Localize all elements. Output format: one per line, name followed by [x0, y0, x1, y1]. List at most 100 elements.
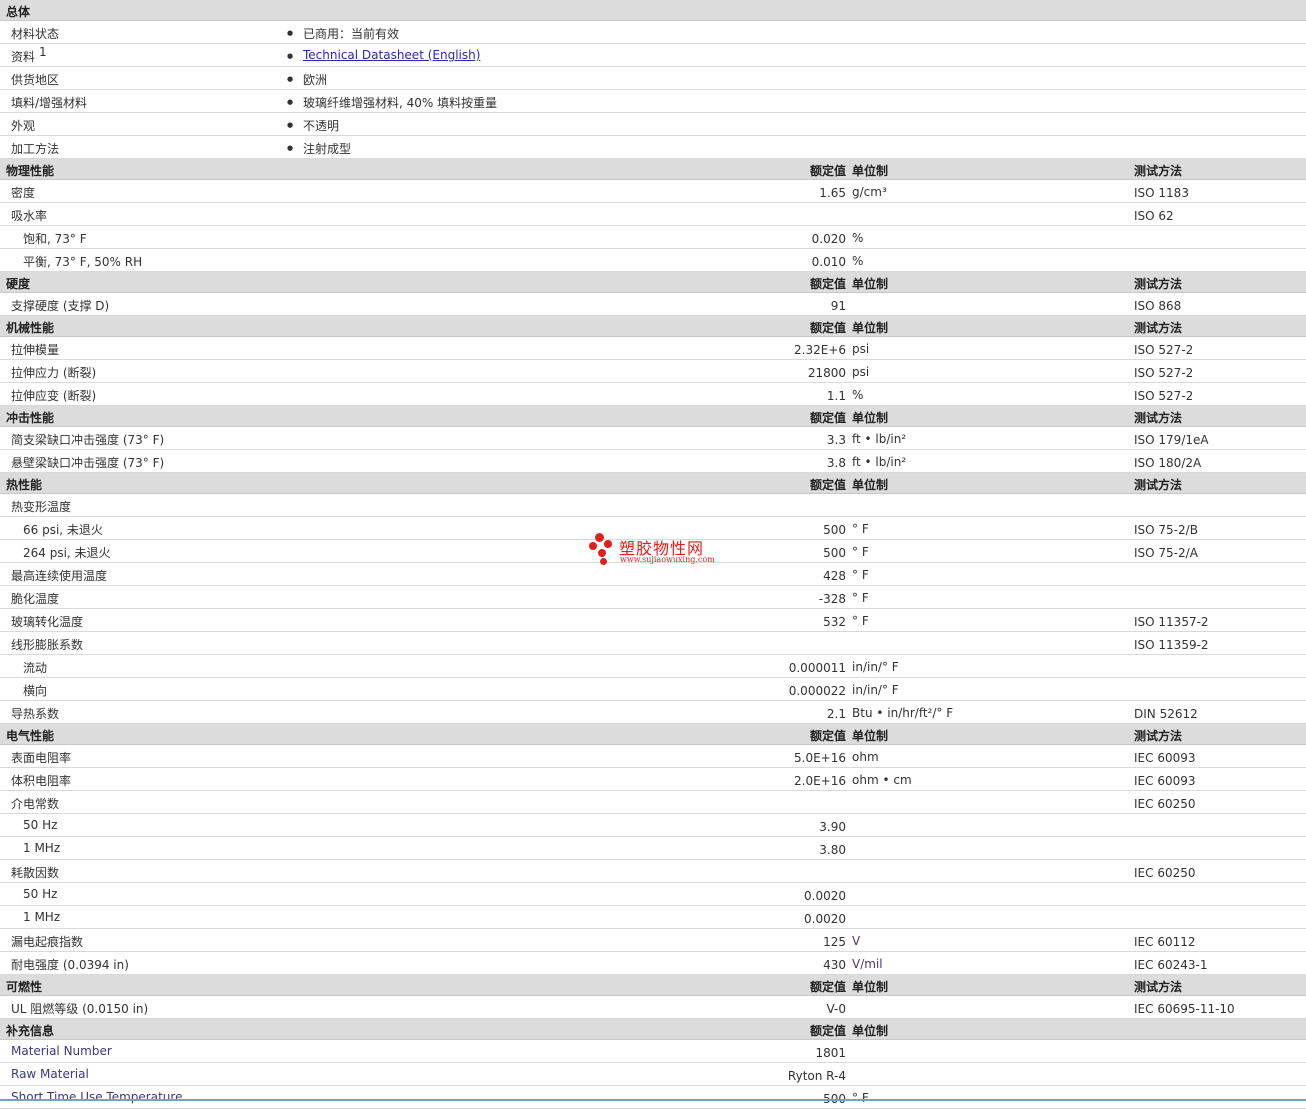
- property-row: 50 Hz 3.90: [0, 814, 1306, 837]
- property-row: 横向 0.000022 in/in/° F: [0, 678, 1306, 701]
- column-label-value: 额定值: [809, 411, 846, 425]
- property-value: 125: [823, 935, 846, 949]
- property-value: 0.0020: [804, 912, 846, 926]
- property-value: 0.0020: [804, 889, 846, 903]
- property-unit: ohm: [852, 750, 879, 764]
- property-row: 平衡, 73° F, 50% RH 0.010%: [0, 249, 1306, 272]
- test-method: IEC 60243-1: [1134, 958, 1208, 972]
- property-name: Raw Material: [11, 1067, 89, 1081]
- column-label-unit: 单位制: [852, 478, 889, 492]
- property-name: 介电常数: [11, 797, 60, 811]
- test-method: ISO 527-2: [1134, 389, 1194, 403]
- column-label-unit: 单位制: [852, 729, 889, 743]
- test-method: ISO 62: [1134, 209, 1174, 223]
- column-label-test: 测试方法: [1134, 478, 1183, 492]
- property-unit: V/mil: [852, 957, 883, 971]
- property-row: 拉伸应力 (断裂) 21800 psi ISO 527-2: [0, 360, 1306, 383]
- section-header-general: 总体: [0, 0, 1306, 21]
- property-name: 50 Hz: [23, 818, 58, 832]
- general-row: 加工方法 ● 注射成型: [0, 136, 1306, 159]
- column-label-value: 额定值: [809, 164, 846, 178]
- property-value: 0.000022: [788, 684, 846, 698]
- section-title: 热性能: [6, 478, 43, 492]
- property-value: 3.80: [819, 843, 846, 857]
- test-method: IEC 60112: [1134, 935, 1196, 949]
- property-value: 91: [830, 299, 846, 313]
- property-unit: in/in/° F: [852, 683, 899, 697]
- property-name: 加工方法: [11, 142, 60, 156]
- column-label-test: 测试方法: [1134, 411, 1183, 425]
- property-row: 漏电起痕指数 125 V IEC 60112: [0, 929, 1306, 952]
- property-name: 体积电阻率: [11, 774, 72, 788]
- property-unit: ° F: [852, 545, 869, 559]
- property-value: 1.1: [826, 389, 846, 403]
- column-label-test: 测试方法: [1134, 729, 1183, 743]
- section-header: 可燃性 额定值 单位制 测试方法: [0, 975, 1306, 996]
- test-method: ISO 868: [1134, 299, 1182, 313]
- property-value: 532: [823, 615, 846, 629]
- property-name: 饱和, 73° F: [23, 232, 87, 246]
- property-row: UL 阻燃等级 (0.0150 in) V-0 IEC 60695-11-10: [0, 996, 1306, 1019]
- column-label-value: 额定值: [809, 277, 846, 291]
- property-name: 供货地区: [11, 73, 60, 87]
- property-value: -328: [818, 592, 846, 606]
- column-label-test: 测试方法: [1134, 980, 1183, 994]
- property-name: UL 阻燃等级 (0.0150 in): [11, 1002, 149, 1016]
- property-name: 简支梁缺口冲击强度 (73° F): [11, 433, 165, 447]
- section-header: 补充信息 额定值 单位制: [0, 1019, 1306, 1040]
- property-unit: ohm • cm: [852, 773, 912, 787]
- test-method: ISO 75-2/B: [1134, 523, 1198, 537]
- test-method: ISO 11357-2: [1134, 615, 1209, 629]
- property-unit: ° F: [852, 522, 869, 536]
- property-value: 3.90: [819, 820, 846, 834]
- column-label-value: 额定值: [809, 478, 846, 492]
- property-unit: in/in/° F: [852, 660, 899, 674]
- property-row: 50 Hz 0.0020: [0, 883, 1306, 906]
- property-unit: ° F: [852, 568, 869, 582]
- property-value: 玻璃纤维增强材料, 40% 填料按重量: [303, 96, 498, 110]
- general-row: 填料/增强材料 ● 玻璃纤维增强材料, 40% 填料按重量: [0, 90, 1306, 113]
- property-row: 简支梁缺口冲击强度 (73° F) 3.3 ft • lb/in² ISO 179/1…: [0, 427, 1306, 450]
- property-name: 外观: [11, 119, 36, 133]
- datasheet-link[interactable]: Technical Datasheet (English): [303, 48, 480, 62]
- property-name: 横向: [23, 684, 48, 698]
- property-row: 玻璃转化温度 532 ° F ISO 11357-2: [0, 609, 1306, 632]
- property-name: 材料状态: [11, 27, 60, 41]
- column-label-test: 测试方法: [1134, 321, 1183, 335]
- property-unit: ° F: [852, 1091, 869, 1105]
- property-name: 拉伸应变 (断裂): [11, 389, 97, 403]
- property-value: 500: [823, 523, 846, 537]
- property-value: 500: [823, 546, 846, 560]
- column-label-unit: 单位制: [852, 411, 889, 425]
- section-title: 硬度: [6, 277, 31, 291]
- column-label-unit: 单位制: [852, 321, 889, 335]
- property-row: 热变形温度: [0, 494, 1306, 517]
- property-name: 漏电起痕指数: [11, 935, 84, 949]
- test-method: ISO 75-2/A: [1134, 546, 1198, 560]
- test-method: ISO 179/1eA: [1134, 433, 1209, 447]
- property-row: 耐电强度 (0.0394 in) 430 V/mil IEC 60243-1: [0, 952, 1306, 975]
- test-method: ISO 180/2A: [1134, 456, 1202, 470]
- property-value: 0.010: [811, 255, 846, 269]
- property-row: 表面电阻率 5.0E+16 ohm IEC 60093: [0, 745, 1306, 768]
- bullet-icon: ●: [287, 98, 294, 106]
- test-method: ISO 11359-2: [1134, 638, 1209, 652]
- property-name: 导热系数: [11, 707, 60, 721]
- property-row: 流动 0.000011 in/in/° F: [0, 655, 1306, 678]
- test-method: IEC 60695-11-10: [1134, 1002, 1235, 1016]
- section-header: 冲击性能 额定值 单位制 测试方法: [0, 406, 1306, 427]
- property-value: 注射成型: [303, 142, 352, 156]
- test-method: IEC 60093: [1134, 774, 1196, 788]
- section-title: 补充信息: [6, 1024, 55, 1038]
- property-row: 导热系数 2.1 Btu • in/hr/ft²/° F DIN 52612: [0, 701, 1306, 724]
- column-label-value: 额定值: [809, 321, 846, 335]
- property-unit: %: [852, 254, 864, 268]
- section-title: 可燃性: [6, 980, 43, 994]
- property-name: 264 psi, 未退火: [23, 546, 111, 560]
- property-row: 1 MHz 3.80: [0, 837, 1306, 860]
- property-name: 平衡, 73° F, 50% RH: [23, 255, 143, 269]
- property-name: 拉伸应力 (断裂): [11, 366, 97, 380]
- test-method: DIN 52612: [1134, 707, 1198, 721]
- section-title: 物理性能: [6, 164, 55, 178]
- section-header: 物理性能 额定值 单位制 测试方法: [0, 159, 1306, 180]
